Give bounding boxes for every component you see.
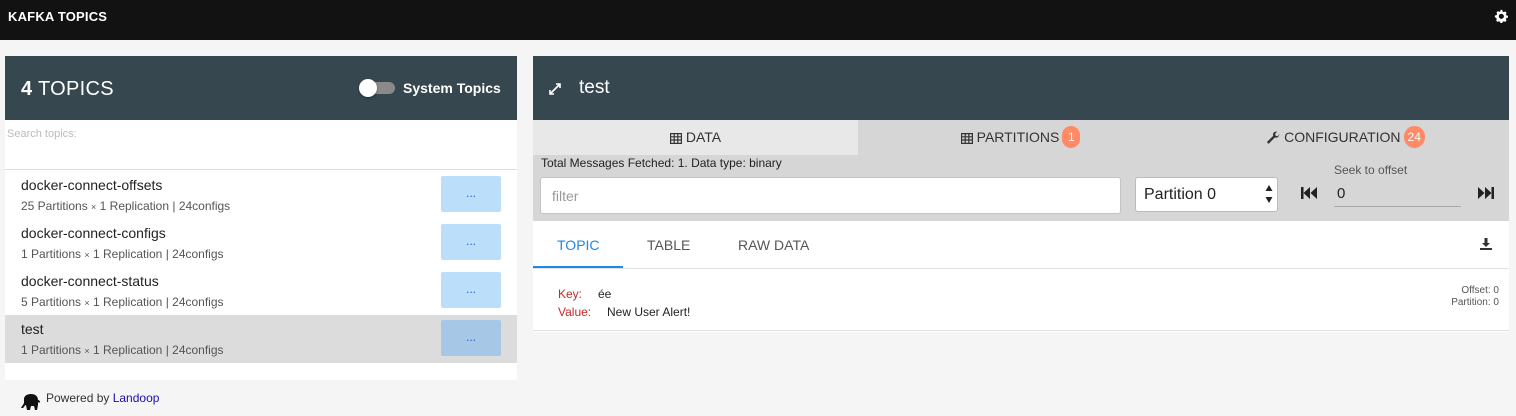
- topic-row[interactable]: docker-connect-offsets 25 Partitions × 1…: [5, 171, 517, 219]
- message-row[interactable]: Key: ée Value: New User Alert! Offset: 0…: [533, 269, 1509, 331]
- detail-header: test: [533, 56, 1509, 120]
- filter-input[interactable]: [540, 177, 1121, 214]
- topic-search: [5, 120, 517, 170]
- fetched-status-text: Total Messages Fetched: 1. Data type: bi…: [541, 156, 782, 170]
- seek-offset-label: Seek to offset: [1334, 163, 1408, 177]
- value-label: Value:: [558, 305, 592, 319]
- topic-more-button[interactable]: ...: [441, 176, 501, 212]
- powered-by-text: Powered by Landoop: [46, 391, 160, 405]
- detail-topic-title: test: [579, 77, 610, 98]
- partition-select[interactable]: Partition 0: [1135, 177, 1278, 212]
- topic-meta: 1 Partitions × 1 Replication | 24configs: [21, 343, 224, 357]
- topic-detail-panel: test DATA PARTITIONS 1 CONFIGURATION 24 To…: [533, 56, 1509, 332]
- seek-offset-input[interactable]: [1334, 181, 1461, 207]
- topic-row-selected[interactable]: test 1 Partitions × 1 Replication | 24co…: [5, 315, 517, 363]
- expand-icon[interactable]: [548, 82, 562, 96]
- download-icon[interactable]: [1479, 237, 1493, 251]
- app-title: KAFKA TOPICS: [8, 9, 108, 24]
- elephant-logo-icon: [21, 394, 40, 410]
- skip-to-first-icon[interactable]: [1300, 186, 1318, 200]
- topics-header: 4 TOPICS System Topics: [5, 56, 517, 120]
- message-partition: Partition: 0: [1451, 297, 1499, 308]
- topic-meta: 25 Partitions × 1 Replication | 24config…: [21, 199, 231, 213]
- landoop-link[interactable]: Landoop: [113, 391, 160, 405]
- subtab-table[interactable]: TABLE: [647, 221, 690, 269]
- topics-label: TOPICS: [37, 78, 114, 100]
- topic-row[interactable]: docker-connect-status 5 Partitions × 1 R…: [5, 267, 517, 315]
- wrench-icon: [1267, 131, 1280, 144]
- topic-more-button[interactable]: ...: [441, 224, 501, 260]
- table-icon: [669, 133, 682, 144]
- topic-more-button[interactable]: ...: [441, 320, 501, 356]
- configuration-count-badge: 24: [1403, 126, 1425, 148]
- top-bar: KAFKA TOPICS: [0, 0, 1516, 40]
- topics-count-title: 4 TOPICS: [21, 78, 114, 101]
- topic-list: docker-connect-offsets 25 Partitions × 1…: [5, 171, 517, 363]
- key-value: ée: [598, 287, 612, 301]
- topic-meta: 1 Partitions × 1 Replication | 24configs: [21, 247, 224, 261]
- key-label: Key:: [558, 287, 583, 301]
- data-controls: Total Messages Fetched: 1. Data type: bi…: [533, 155, 1509, 221]
- gear-icon[interactable]: [1494, 9, 1508, 23]
- tab-partitions[interactable]: PARTITIONS 1: [858, 120, 1183, 155]
- partitions-count-badge: 1: [1062, 126, 1081, 148]
- active-subtab-indicator: [533, 266, 623, 268]
- skip-to-last-icon[interactable]: [1477, 186, 1495, 200]
- table-icon: [960, 133, 973, 144]
- topics-count: 4: [21, 78, 33, 100]
- system-topics-toggle[interactable]: [359, 79, 395, 97]
- topic-meta: 5 Partitions × 1 Replication | 24configs: [21, 295, 224, 309]
- tab-data[interactable]: DATA: [533, 120, 858, 155]
- select-arrows-icon: [1265, 185, 1273, 203]
- toggle-knob: [359, 79, 377, 97]
- tab-configuration[interactable]: CONFIGURATION 24: [1183, 120, 1509, 155]
- system-topics-label: System Topics: [403, 80, 501, 96]
- topic-name: docker-connect-configs: [21, 225, 166, 241]
- subtab-raw-data[interactable]: RAW DATA: [738, 221, 809, 269]
- search-input[interactable]: [5, 122, 517, 166]
- partition-select-value: Partition 0: [1144, 186, 1217, 203]
- view-subtabs: TOPIC TABLE RAW DATA: [533, 221, 1509, 269]
- topic-row[interactable]: docker-connect-configs 1 Partitions × 1 …: [5, 219, 517, 267]
- subtab-topic[interactable]: TOPIC: [557, 221, 600, 269]
- message-offset: Offset: 0: [1461, 285, 1499, 296]
- topic-more-button[interactable]: ...: [441, 272, 501, 308]
- topic-name: docker-connect-status: [21, 273, 159, 289]
- value-value: New User Alert!: [607, 305, 691, 319]
- topic-name: docker-connect-offsets: [21, 177, 163, 193]
- topic-name: test: [21, 321, 44, 337]
- detail-tabs: DATA PARTITIONS 1 CONFIGURATION 24: [533, 120, 1509, 155]
